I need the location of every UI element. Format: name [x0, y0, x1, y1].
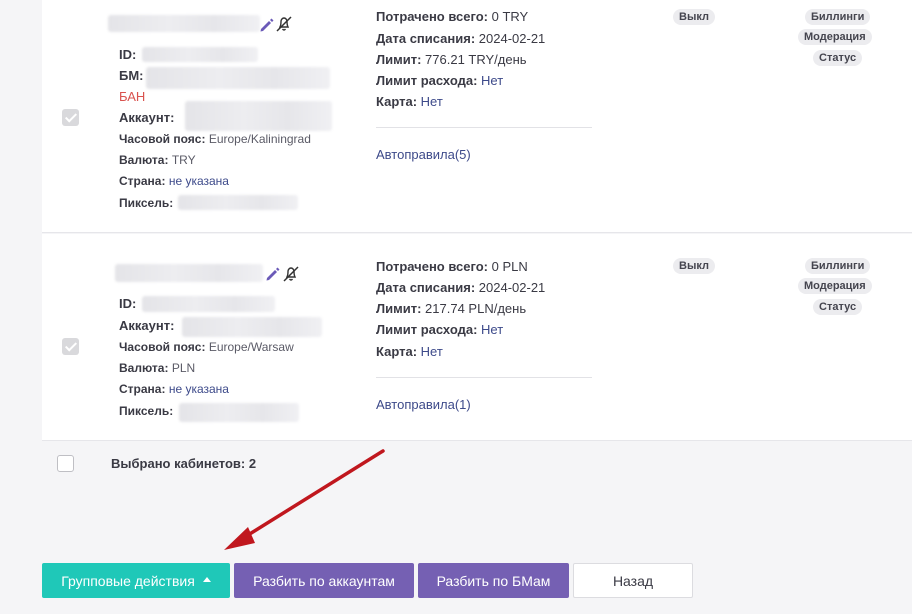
group-actions-button[interactable]: Групповые действия	[42, 563, 230, 598]
ban-status: БАН	[119, 89, 146, 104]
pixel-value-redacted	[178, 195, 298, 210]
caret-up-icon	[202, 577, 211, 582]
id-label: ID:	[119, 296, 137, 311]
tag-status[interactable]: Статус	[813, 299, 863, 315]
bell-off-icon[interactable]	[281, 264, 301, 284]
pixel-label: Пиксель:	[119, 196, 174, 210]
country-row: Страна: не указана	[119, 174, 229, 188]
charge-date-row: Дата списания: 2024-02-21	[376, 31, 546, 46]
tag-moderation[interactable]: Модерация	[798, 278, 872, 294]
split-by-accounts-button[interactable]: Разбить по аккаунтам	[234, 563, 414, 598]
spend-limit-row: Лимит расхода: Нет	[376, 322, 504, 337]
split-by-bms-button[interactable]: Разбить по БМам	[418, 563, 569, 598]
account-value-redacted	[182, 317, 322, 337]
charge-date-row: Дата списания: 2024-02-21	[376, 280, 546, 295]
currency-row: Валюта: TRY	[119, 153, 196, 167]
tag-status[interactable]: Статус	[813, 50, 863, 66]
status-badge-off: Выкл	[673, 9, 715, 25]
timezone-row: Часовой пояс: Europe/Warsaw	[119, 340, 294, 354]
bm-label: БМ:	[119, 68, 144, 83]
limit-row: Лимит: 217.74 PLN/день	[376, 301, 527, 316]
account-checkbox-1[interactable]	[62, 109, 79, 126]
pixel-label: Пиксель:	[119, 404, 174, 418]
group-actions-label: Групповые действия	[61, 572, 195, 589]
status-badge-off: Выкл	[673, 258, 715, 274]
autorules-link[interactable]: Автоправила(5)	[376, 147, 471, 162]
currency-row: Валюта: PLN	[119, 361, 196, 375]
id-value-redacted	[142, 296, 275, 312]
account-card-1: ID: БМ: БАН Аккаунт: Часовой пояс: Europ…	[42, 0, 912, 233]
timezone-row: Часовой пояс: Europe/Kaliningrad	[119, 132, 311, 146]
divider	[376, 377, 592, 378]
autorules-link[interactable]: Автоправила(1)	[376, 397, 471, 412]
divider	[376, 127, 592, 128]
pencil-icon[interactable]	[263, 264, 283, 284]
spent-row: Потрачено всего: 0 TRY	[376, 9, 529, 24]
pixel-value-redacted	[179, 403, 299, 422]
account-card-2: ID: Аккаунт: Часовой пояс: Europe/Warsaw…	[42, 234, 912, 441]
spent-row: Потрачено всего: 0 PLN	[376, 259, 528, 274]
account-label: Аккаунт:	[119, 110, 175, 125]
card-row: Карта: Нет	[376, 94, 443, 109]
id-label: ID:	[119, 47, 137, 62]
tag-billing[interactable]: Биллинги	[805, 258, 871, 274]
tag-moderation[interactable]: Модерация	[798, 29, 872, 45]
country-row: Страна: не указана	[119, 382, 229, 396]
account-label: Аккаунт:	[119, 318, 175, 333]
select-all-checkbox[interactable]	[57, 455, 74, 472]
bm-value-redacted	[146, 67, 330, 89]
account-checkbox-2[interactable]	[62, 338, 79, 355]
account-name-redacted	[115, 264, 263, 282]
account-value-redacted	[185, 101, 332, 131]
card-row: Карта: Нет	[376, 344, 443, 359]
id-value-redacted	[142, 47, 258, 62]
tag-billing[interactable]: Биллинги	[805, 9, 871, 25]
spend-limit-row: Лимит расхода: Нет	[376, 73, 504, 88]
bell-off-icon[interactable]	[274, 14, 294, 34]
limit-row: Лимит: 776.21 TRY/день	[376, 52, 527, 67]
back-button[interactable]: Назад	[573, 563, 693, 598]
account-name-redacted	[108, 15, 260, 32]
selected-count: Выбрано кабинетов: 2	[111, 456, 257, 471]
